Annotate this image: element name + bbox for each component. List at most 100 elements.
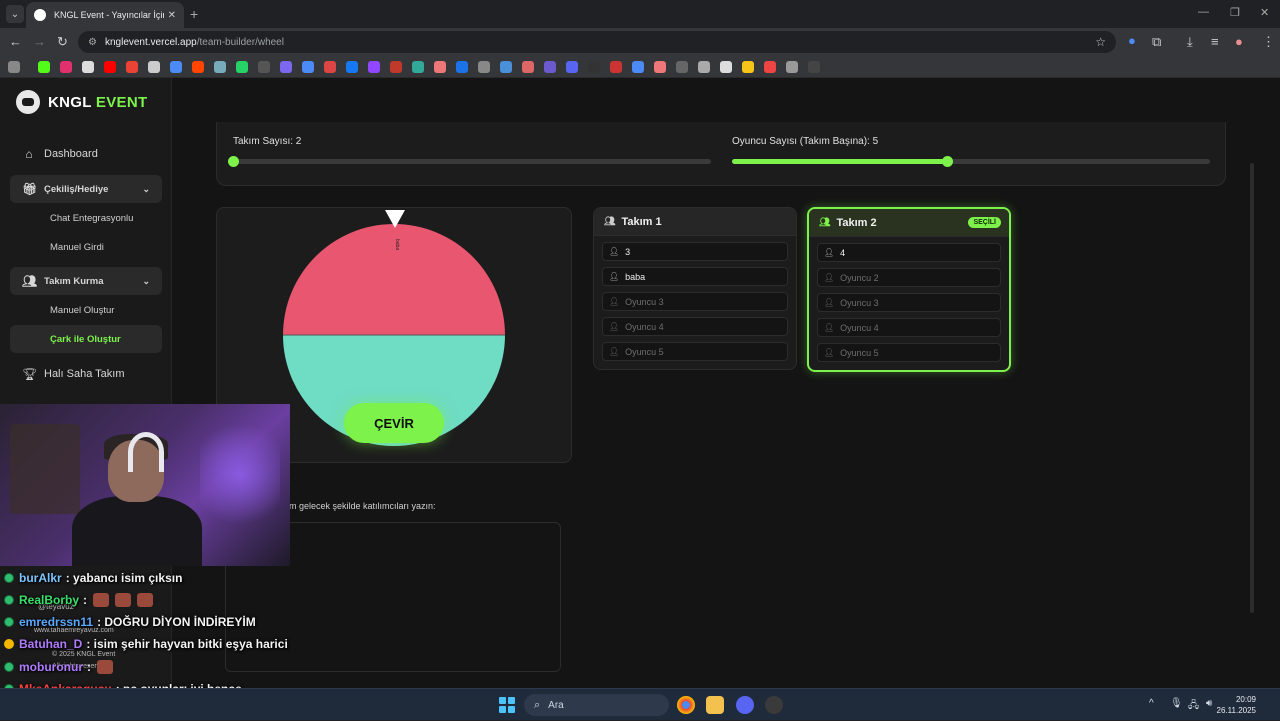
address-bar[interactable]: ⚙ knglevent.vercel.app /team-builder/whe…	[78, 31, 1116, 53]
chat-badge-icon	[4, 617, 14, 627]
sidebar-item-manual-entry[interactable]: Manuel Girdi	[10, 233, 162, 261]
bookmark-icon-19[interactable]	[654, 61, 666, 73]
tab-close-icon[interactable]: ✕	[168, 10, 176, 21]
chrome-icon[interactable]	[677, 696, 695, 714]
url-path: /team-builder/wheel	[196, 36, 284, 48]
page-scrollbar[interactable]	[1250, 163, 1254, 613]
minimize-icon[interactable]: —	[1198, 6, 1209, 18]
bookmark-star-icon[interactable]: ☆	[1095, 35, 1106, 49]
active-tab[interactable]: KNGL Event - Yayıncılar İçin Eti... ✕	[26, 2, 184, 28]
bookmark-icon-25[interactable]	[786, 61, 798, 73]
settings-card: Takım Sayısı: 2 Oyuncu Sayısı (Takım Baş…	[216, 122, 1226, 186]
chat-emote-icon	[97, 660, 113, 674]
taskbar-clock[interactable]: 20:09 26.11.2025	[1217, 694, 1256, 716]
close-window-icon[interactable]: ✕	[1260, 6, 1269, 19]
chat-username: RealBorby	[19, 593, 80, 607]
bookmark-twitch-icon[interactable]	[368, 61, 380, 73]
bookmark-icon-16[interactable]	[588, 61, 600, 73]
bookmark-icon-11[interactable]	[478, 61, 490, 73]
bookmark-reddit-icon[interactable]	[192, 61, 204, 73]
discord-icon[interactable]	[736, 696, 754, 714]
download-icon[interactable]: ⤓	[1187, 34, 1193, 50]
bookmark-icon-15[interactable]	[566, 61, 578, 73]
reading-list-icon[interactable]: ≡	[1211, 34, 1219, 49]
slot-text: Oyuncu 3	[840, 297, 879, 308]
tab-search-button[interactable]: ⌄	[6, 5, 24, 23]
bookmark-youtube-icon[interactable]	[104, 61, 116, 73]
bookmark-icon-21[interactable]	[698, 61, 710, 73]
team-card-1[interactable]: 👥︎ Takım 1 👤︎ 3 👤︎ baba 👤︎ Oyuncu 3 👤︎ Oyunc…	[593, 207, 797, 370]
bookmark-icon-12[interactable]	[500, 61, 512, 73]
brand-logo[interactable]: KNGL EVENT	[16, 90, 147, 114]
network-icon[interactable]: 🖧︎	[1188, 698, 1199, 715]
team-count-slider-thumb[interactable]	[228, 156, 239, 167]
player-count-slider[interactable]	[732, 156, 1210, 167]
bookmark-icon-22[interactable]	[720, 61, 732, 73]
bookmark-facebook-icon[interactable]	[346, 61, 358, 73]
apps-icon[interactable]	[8, 61, 20, 73]
file-explorer-icon[interactable]	[706, 696, 724, 714]
site-info-icon[interactable]: ⚙	[88, 37, 97, 48]
sidebar-item-astroturf-team[interactable]: 🏆︎ Halı Saha Takım	[10, 360, 162, 388]
new-tab-button[interactable]: +	[190, 6, 198, 22]
microphone-icon[interactable]: 🎙︎	[1170, 698, 1183, 709]
bookmark-kick-icon[interactable]	[38, 61, 50, 73]
bookmark-whatsapp-icon[interactable]	[236, 61, 248, 73]
bookmark-icon-3[interactable]	[258, 61, 270, 73]
bookmark-icon-4[interactable]	[280, 61, 292, 73]
extension-icon[interactable]: ●	[1128, 33, 1136, 48]
spin-button[interactable]: ÇEVİR	[344, 403, 444, 443]
sidebar-item-chat-integration[interactable]: Chat Entegrasyonlu	[10, 204, 162, 232]
sidebar-item-manual-create[interactable]: Manuel Oluştur	[10, 296, 162, 324]
bookmark-instagram-icon[interactable]	[60, 61, 72, 73]
bookmark-icon-18[interactable]	[632, 61, 644, 73]
team-slot: 👤︎ Oyuncu 5	[817, 343, 1001, 362]
slot-text: Oyuncu 4	[840, 322, 879, 333]
home-icon: ⌂	[25, 147, 33, 161]
slot-text: baba	[625, 271, 646, 282]
browser-menu-icon[interactable]: ⋮	[1262, 34, 1275, 50]
bookmark-icon-24[interactable]	[764, 61, 776, 73]
bookmark-icon-2[interactable]	[214, 61, 226, 73]
bookmark-icon-17[interactable]	[610, 61, 622, 73]
extensions-puzzle-icon[interactable]: ⧉	[1152, 34, 1161, 50]
player-count-slider-thumb[interactable]	[942, 156, 954, 167]
back-icon[interactable]: ←	[9, 34, 22, 49]
bookmark-icon-1[interactable]	[170, 61, 182, 73]
bookmark-icon-6[interactable]	[324, 61, 336, 73]
forward-icon[interactable]: →	[33, 34, 46, 49]
bookmark-icon-20[interactable]	[676, 61, 688, 73]
bookmark-google-icon[interactable]	[148, 61, 160, 73]
bookmark-icon-10[interactable]	[456, 61, 468, 73]
sidebar-group-team-building[interactable]: 👥︎ Takım Kurma ⌄	[10, 267, 162, 295]
sidebar-item-wheel-create[interactable]: Çark ile Oluştur	[10, 325, 162, 353]
bookmark-icon-14[interactable]	[544, 61, 556, 73]
team-count-label: Takım Sayısı: 2	[233, 136, 302, 147]
tray-chevron-icon[interactable]: ^	[1149, 698, 1154, 709]
bookmark-icon-5[interactable]	[302, 61, 314, 73]
app-icon[interactable]	[765, 696, 783, 714]
sidebar-group-giveaway[interactable]: 🎁︎ Çekiliş/Hediye ⌄	[10, 175, 162, 203]
maximize-icon[interactable]: ❐	[1230, 6, 1240, 19]
sidebar-item-dashboard[interactable]: ⌂ Dashboard	[10, 140, 162, 168]
bookmark-gmail-icon[interactable]	[126, 61, 138, 73]
profile-avatar-icon[interactable]: ●	[1235, 34, 1243, 49]
bookmark-x-icon[interactable]	[82, 61, 94, 73]
team-card-2[interactable]: 👥︎ Takım 2 SEÇİLİ 👤︎ 4 👤︎ Oyuncu 2 👤︎ Oyunc…	[807, 207, 1011, 372]
participants-instructions: im gelecek şekilde katılımcıları yazın:	[287, 501, 436, 511]
bookmark-icon-8[interactable]	[412, 61, 424, 73]
bookmark-icon-23[interactable]	[742, 61, 754, 73]
team-count-slider[interactable]	[228, 156, 711, 167]
brand-name-part2: EVENT	[95, 93, 148, 111]
bookmark-icon-9[interactable]	[434, 61, 446, 73]
team-header: 👥︎ Takım 1	[594, 208, 796, 236]
team-slot: 👤︎ baba	[602, 267, 788, 286]
volume-icon[interactable]: 🔊︎	[1206, 698, 1212, 709]
reload-icon[interactable]: ↻	[57, 34, 68, 50]
bookmark-icon-26[interactable]	[808, 61, 820, 73]
windows-start-icon[interactable]	[499, 697, 515, 713]
bookmark-icon-13[interactable]	[522, 61, 534, 73]
wheel-segment-label: baba	[394, 239, 400, 250]
bookmark-icon-7[interactable]	[390, 61, 402, 73]
taskbar-search[interactable]: ⌕ Ara	[524, 694, 669, 716]
